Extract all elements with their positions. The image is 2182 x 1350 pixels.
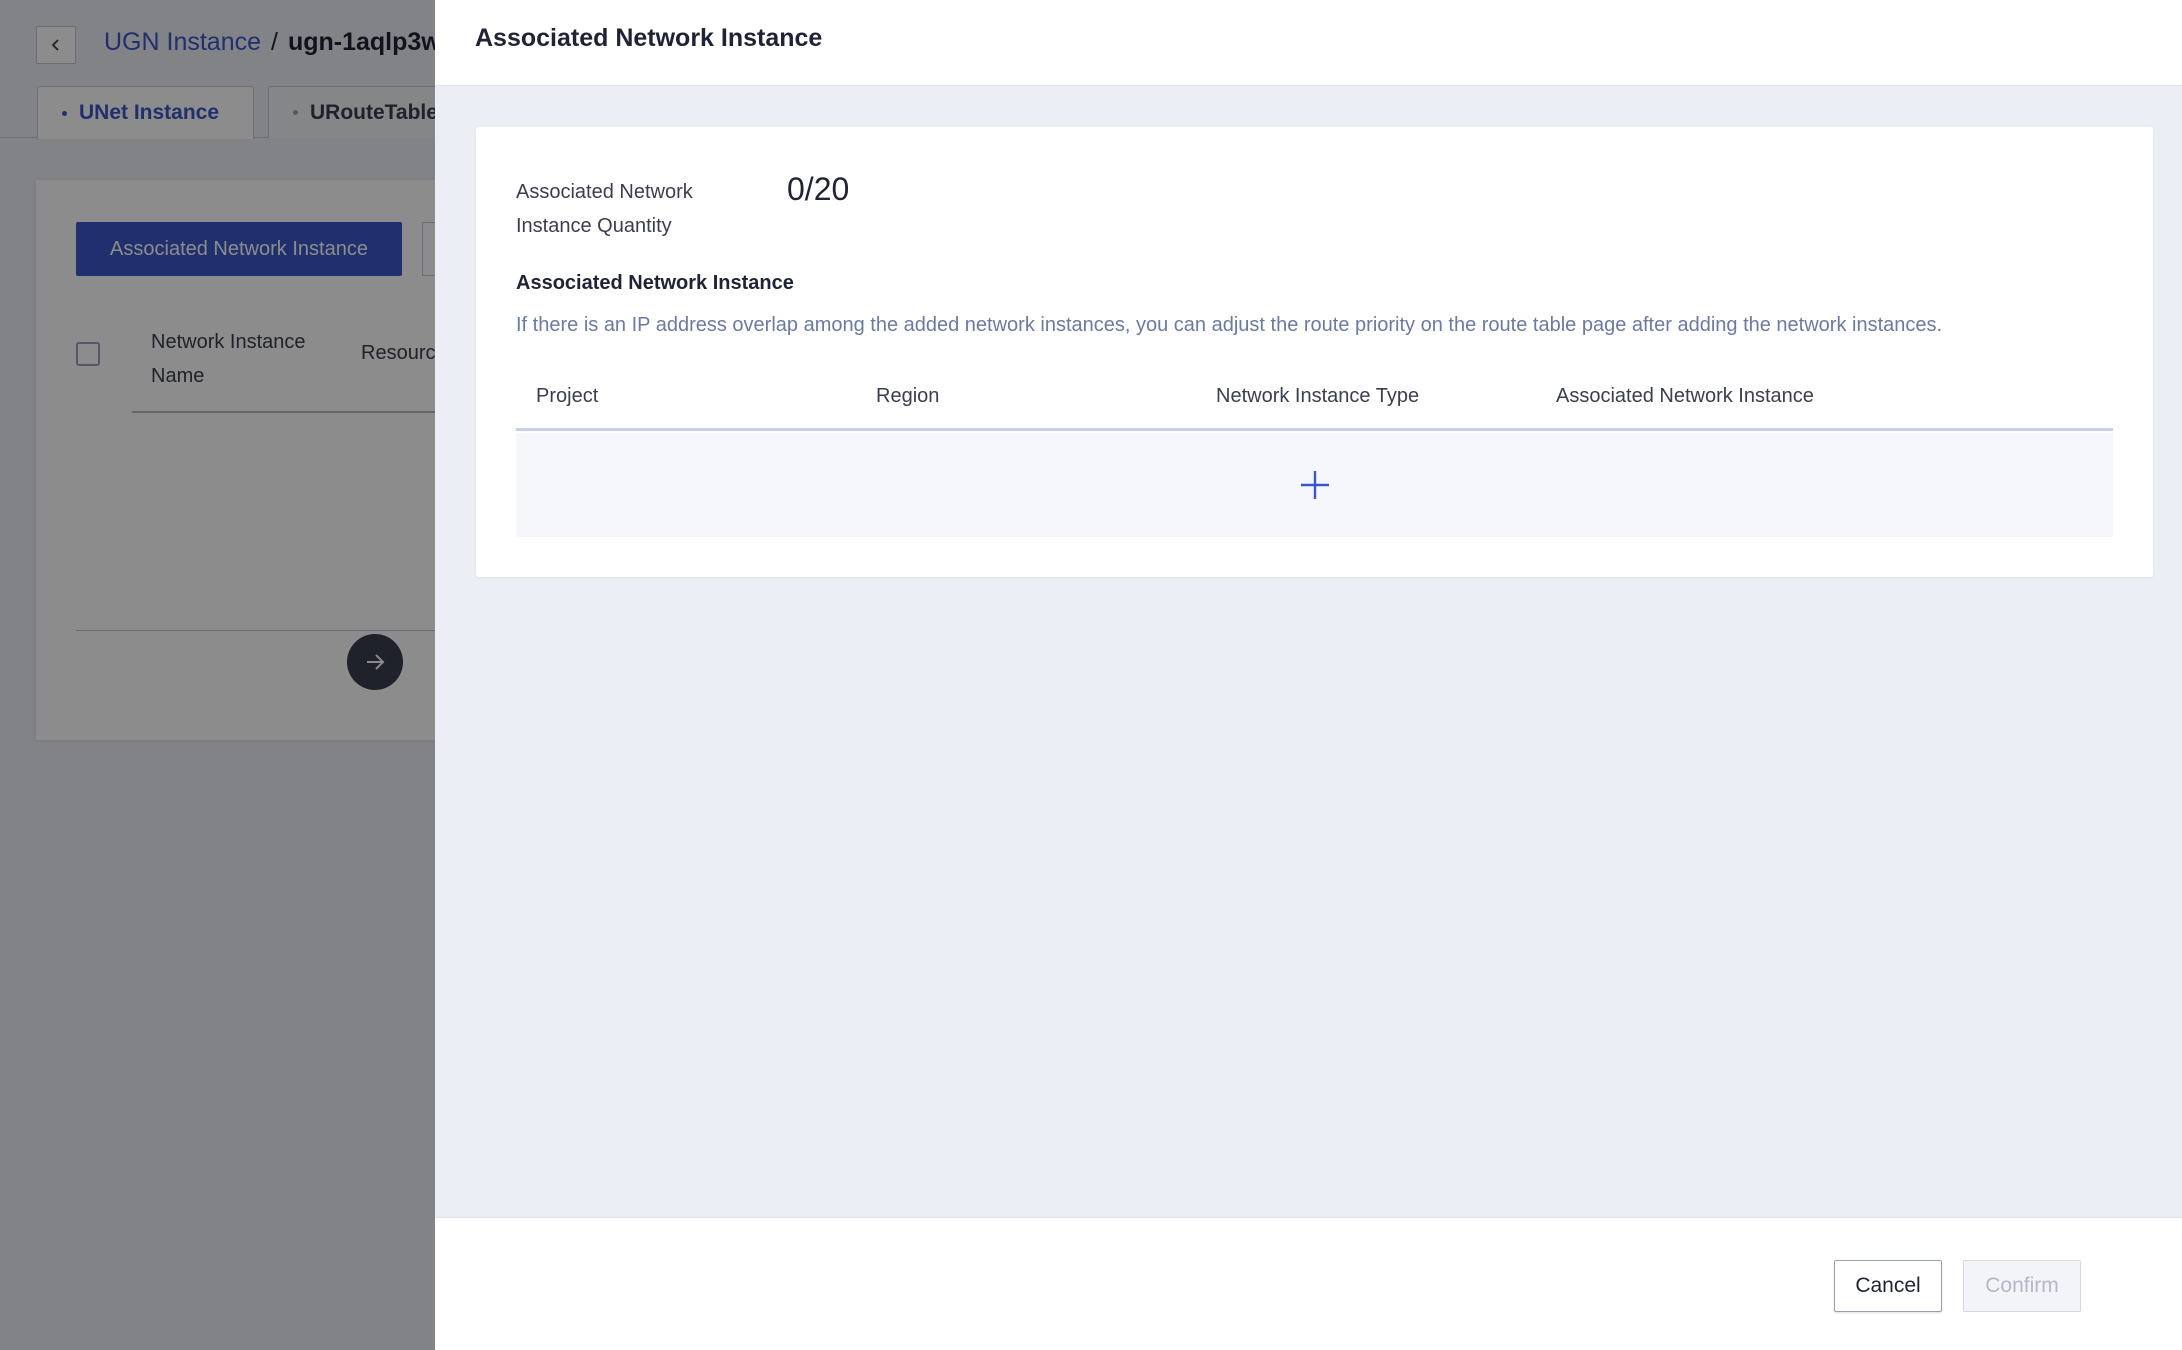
drawer-footer: Cancel Confirm	[435, 1217, 2182, 1350]
quantity-value: 0/20	[787, 171, 850, 207]
column-header-project: Project	[536, 385, 599, 407]
association-form-card: Associated Network Instance Quantity 0/2…	[476, 127, 2153, 577]
section-title: Associated Network Instance	[516, 272, 794, 294]
section-hint: If there is an IP address overlap among …	[516, 314, 1943, 336]
drawer-header: Associated Network Instance	[435, 0, 2182, 86]
confirm-button[interactable]: Confirm	[1963, 1260, 2081, 1312]
quantity-label: Associated Network Instance Quantity	[516, 181, 693, 237]
column-header-associated-network-instance: Associated Network Instance	[1556, 385, 1814, 407]
table-header-row: Project Region Network Instance Type Ass…	[516, 371, 2113, 431]
associate-network-drawer: Associated Network Instance Associated N…	[435, 0, 2182, 1350]
cancel-button[interactable]: Cancel	[1834, 1260, 1942, 1312]
column-header-region: Region	[876, 385, 940, 407]
plus-icon	[1300, 471, 1329, 499]
add-row-button[interactable]	[516, 433, 2113, 537]
drawer-title: Associated Network Instance	[475, 24, 823, 52]
column-header-network-instance-type: Network Instance Type	[1216, 385, 1420, 407]
